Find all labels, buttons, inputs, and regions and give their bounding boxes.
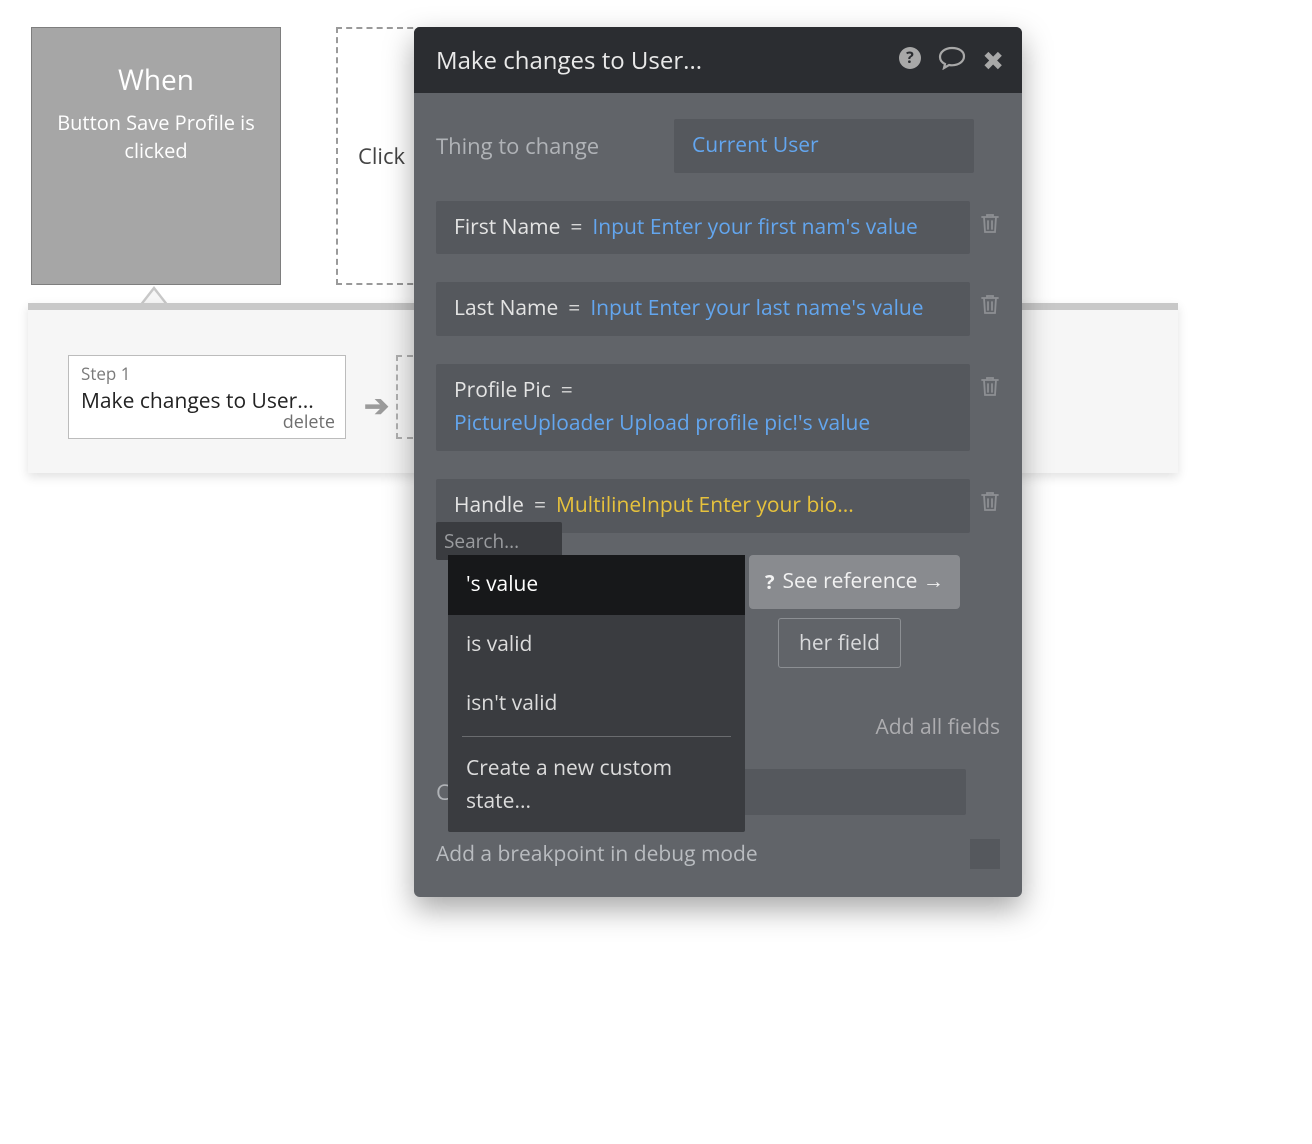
add-all-fields-link[interactable]: Add all fields <box>876 713 1000 741</box>
see-reference-label: See reference → <box>783 565 944 599</box>
field-expression[interactable]: First Name = Input Enter your first nam'… <box>436 201 970 255</box>
field-value-expression[interactable]: Input Enter your last name's value <box>590 292 923 326</box>
breakpoint-row: Add a breakpoint in debug mode <box>436 839 1000 869</box>
thing-to-change-row: Thing to change Current User <box>436 119 1000 173</box>
thing-to-change-expression: Current User <box>692 129 819 163</box>
expression-dropdown: 's value is valid isn't valid Create a n… <box>448 555 745 832</box>
step-number-label: Step 1 <box>81 362 333 385</box>
arrow-right-icon: ➔ <box>364 384 389 425</box>
equals-sign: = <box>570 211 582 245</box>
modal-title: Make changes to User... <box>436 44 898 77</box>
connector-arrow-icon <box>140 286 168 304</box>
field-row-last-name: Last Name = Input Enter your last name's… <box>436 282 1000 336</box>
modal-header[interactable]: Make changes to User... ? ✖ <box>414 27 1022 93</box>
field-name-label: Profile Pic <box>454 374 551 408</box>
thing-to-change-value[interactable]: Current User <box>674 119 974 173</box>
field-name-label: Last Name <box>454 292 558 326</box>
trash-icon[interactable] <box>980 374 1000 404</box>
dropdown-divider <box>462 736 731 737</box>
field-value-expression[interactable]: PictureUploader Upload profile pic!'s va… <box>454 407 870 441</box>
field-value-expression[interactable]: Input Enter your first nam's value <box>592 211 917 245</box>
see-reference-tooltip[interactable]: ? See reference → <box>749 555 960 609</box>
trash-icon[interactable] <box>980 292 1000 322</box>
svg-text:?: ? <box>906 46 914 68</box>
delete-step-link[interactable]: delete <box>283 410 335 434</box>
dropdown-create-state[interactable]: Create a new custom state... <box>448 739 745 832</box>
breakpoint-label: Add a breakpoint in debug mode <box>436 840 758 868</box>
action-step-card[interactable]: Step 1 Make changes to User... delete <box>68 355 346 439</box>
breakpoint-checkbox[interactable] <box>970 839 1000 869</box>
question-icon: ? <box>765 566 775 598</box>
workflow-event-card[interactable]: When Button Save Profile is clicked <box>31 27 281 285</box>
field-name-label: First Name <box>454 211 560 245</box>
dropdown-item[interactable]: is valid <box>448 615 745 675</box>
thing-to-change-label: Thing to change <box>436 131 674 161</box>
field-expression[interactable]: Handle = MultilineInput Enter your bio..… <box>436 479 970 533</box>
equals-sign: = <box>561 374 573 408</box>
comment-icon[interactable] <box>938 42 966 78</box>
field-name-label: Handle <box>454 489 524 523</box>
when-description: Button Save Profile is clicked <box>32 109 280 165</box>
help-icon[interactable]: ? <box>898 42 922 78</box>
action-editor-modal: Make changes to User... ? ✖ Thing to cha… <box>414 27 1022 897</box>
field-value-expression[interactable]: MultilineInput Enter your bio... <box>556 489 854 523</box>
equals-sign: = <box>568 292 580 326</box>
close-icon[interactable]: ✖ <box>982 42 1004 78</box>
change-another-field-button[interactable]: her field <box>778 618 901 668</box>
equals-sign: = <box>534 489 546 523</box>
field-row-first-name: First Name = Input Enter your first nam'… <box>436 201 1000 255</box>
dropdown-item[interactable]: 's value <box>448 555 745 615</box>
field-row-handle: Handle = MultilineInput Enter your bio..… <box>436 479 1000 533</box>
search-placeholder: Search... <box>444 528 519 554</box>
trash-icon[interactable] <box>980 489 1000 519</box>
trash-icon[interactable] <box>980 211 1000 241</box>
field-expression[interactable]: Profile Pic = PictureUploader Upload pro… <box>436 364 970 451</box>
click-label: Click <box>358 141 405 171</box>
when-title: When <box>118 61 194 99</box>
field-expression[interactable]: Last Name = Input Enter your last name's… <box>436 282 970 336</box>
field-row-profile-pic: Profile Pic = PictureUploader Upload pro… <box>436 364 1000 451</box>
dropdown-item[interactable]: isn't valid <box>448 674 745 734</box>
